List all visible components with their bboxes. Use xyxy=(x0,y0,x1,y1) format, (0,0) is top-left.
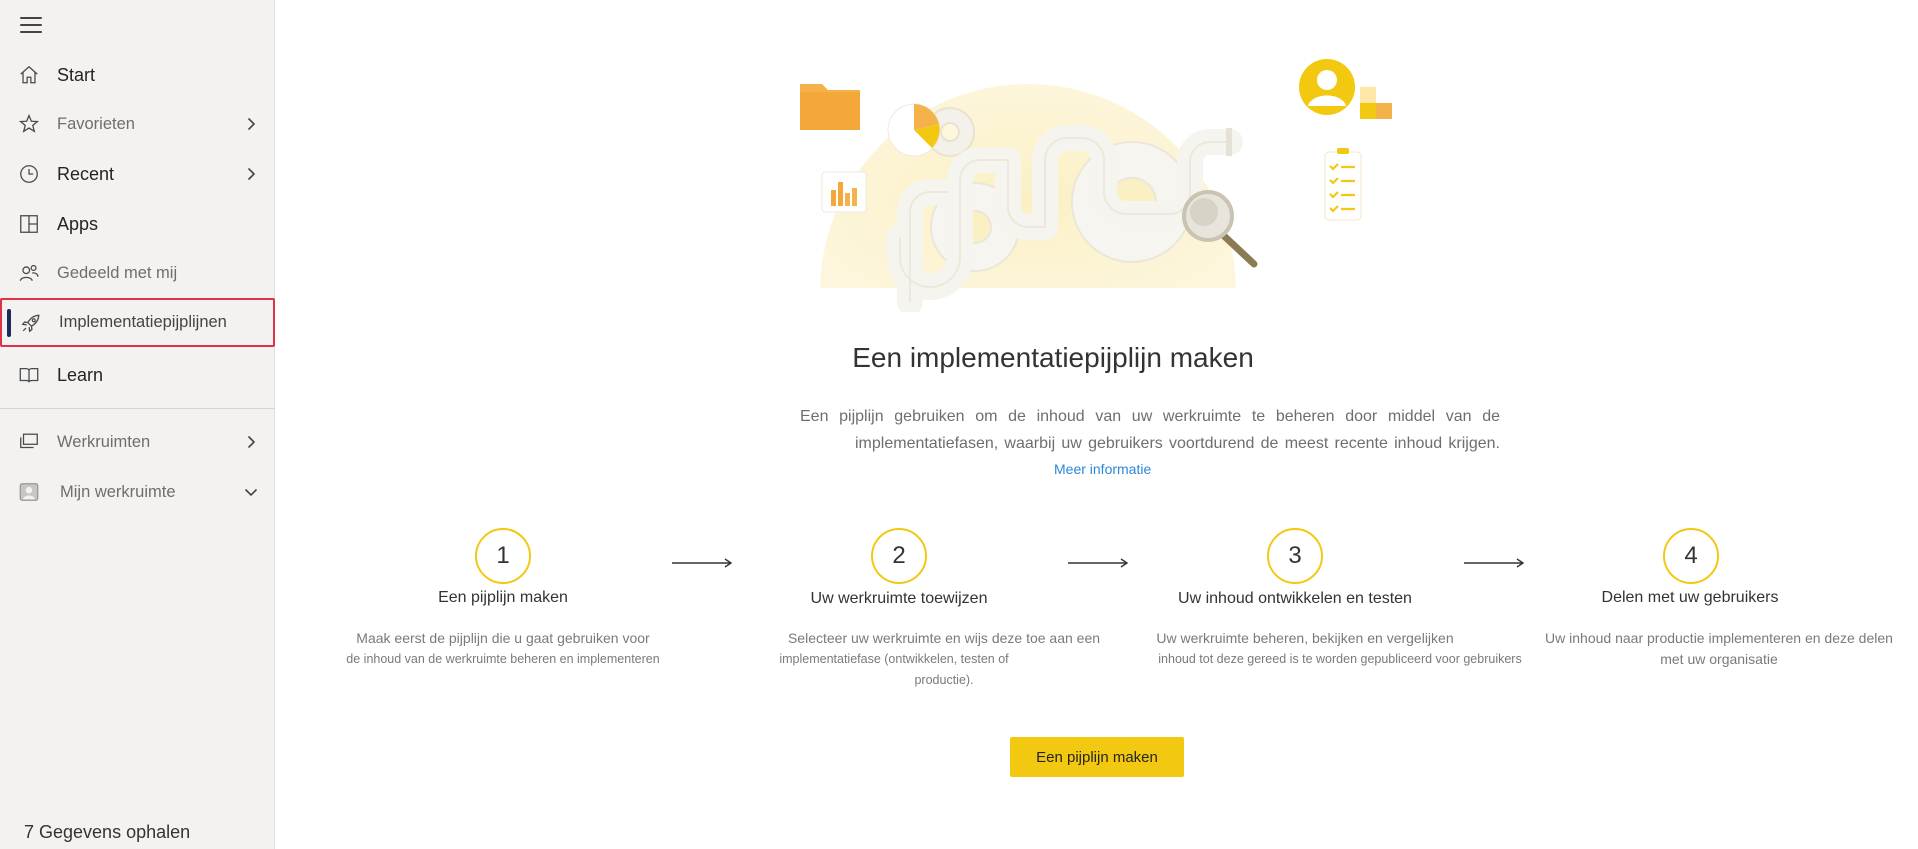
user-avatar-icon xyxy=(1299,59,1355,115)
chevron-right-icon[interactable] xyxy=(244,435,258,449)
step-title-2: Uw werkruimte toewijzen xyxy=(810,590,988,607)
step-description-4: Uw inhoud naar productie implementeren e… xyxy=(1545,630,1893,667)
folder-icon xyxy=(800,84,860,130)
sidebar-item-label: Learn xyxy=(57,364,104,385)
get-data-button[interactable]: 7 Gegevens ophalen xyxy=(24,822,190,843)
shared-people-icon xyxy=(17,261,41,285)
book-icon xyxy=(17,363,41,387)
description-line: implementatiefasen, waarbij uw gebruiker… xyxy=(855,435,1500,452)
sidebar-item-label: Start xyxy=(57,64,96,85)
sidebar-item-implementatiepijplijnen[interactable]: Implementatiepijplijnen xyxy=(0,298,275,347)
workspaces-icon xyxy=(17,430,41,454)
step-title-4: Delen met uw gebruikers xyxy=(1601,589,1779,606)
step-number-1: 1 xyxy=(475,528,531,584)
checklist-icon xyxy=(1324,148,1362,221)
step-number-2: 2 xyxy=(871,528,927,584)
arrow-right-icon xyxy=(1464,556,1526,570)
step-title-3: Uw inhoud ontwikkelen en testen xyxy=(1178,590,1412,607)
step-number-4: 4 xyxy=(1663,528,1719,584)
arrow-right-icon xyxy=(1068,556,1130,570)
sidebar-item-mijn-werkruimte[interactable]: Mijn werkruimte xyxy=(0,469,275,515)
step-title-1: Een pijplijn maken xyxy=(438,589,568,606)
chevron-right-icon[interactable] xyxy=(244,117,258,131)
arrow-right-icon xyxy=(672,556,734,570)
rocket-icon xyxy=(19,311,43,335)
my-workspace-icon xyxy=(17,480,41,504)
create-pipeline-button[interactable]: Een pijplijn maken xyxy=(1010,737,1184,777)
sidebar-item-label: Recent xyxy=(57,163,115,184)
star-icon xyxy=(17,112,41,136)
pipeline-illustration xyxy=(800,59,1392,312)
step-description-1: Maak eerst de pijplijn die u gaat gebrui… xyxy=(346,630,660,666)
sidebar-item-learn[interactable]: Learn xyxy=(0,352,275,398)
chevron-down-icon[interactable] xyxy=(244,485,258,499)
clock-icon xyxy=(17,162,41,186)
sidebar-item-gedeeld[interactable]: Gedeeld met mij xyxy=(0,250,275,296)
learn-more-link[interactable]: Meer informatie xyxy=(1054,461,1151,477)
description-line: Een pijplijn gebruiken om de inhoud van … xyxy=(800,408,1500,425)
tiles-icon xyxy=(1360,87,1392,119)
step-description-2: Selecteer uw werkruimte en wijs deze toe… xyxy=(779,630,1101,687)
sidebar-item-werkruimten[interactable]: Werkruimten xyxy=(0,419,275,465)
sidebar-item-label: Werkruimten xyxy=(57,432,151,451)
step-description-3: Uw werkruimte beheren, bekijken en verge… xyxy=(1156,630,1522,666)
pie-chart-icon xyxy=(887,103,941,157)
sidebar-item-label: Gedeeld met mij xyxy=(57,263,178,282)
sidebar-item-favorieten[interactable]: Favorieten xyxy=(0,101,275,147)
hamburger-menu-icon[interactable] xyxy=(18,16,44,34)
sidebar-item-label: Mijn werkruimte xyxy=(60,482,176,501)
home-icon xyxy=(17,63,41,87)
sidebar-divider xyxy=(0,408,275,409)
sidebar-item-start[interactable]: Start xyxy=(0,52,275,98)
sidebar-item-recent[interactable]: Recent xyxy=(0,151,275,197)
sidebar-item-label: Implementatiepijplijnen xyxy=(59,313,227,331)
page-description: Een pijplijn gebruiken om de inhoud van … xyxy=(800,403,1500,457)
sidebar-item-label: Favorieten xyxy=(57,114,135,133)
sidebar-item-apps[interactable]: Apps xyxy=(0,201,275,247)
chevron-right-icon[interactable] xyxy=(244,167,258,181)
sidebar: Start Favorieten Recent Apps Gedeeld met… xyxy=(0,0,275,849)
sidebar-item-label: Apps xyxy=(57,213,99,234)
bar-chart-icon xyxy=(821,171,867,213)
apps-icon xyxy=(17,212,41,236)
step-number-3: 3 xyxy=(1267,528,1323,584)
page-title: Een implementatiepijplijn maken xyxy=(852,342,1254,373)
